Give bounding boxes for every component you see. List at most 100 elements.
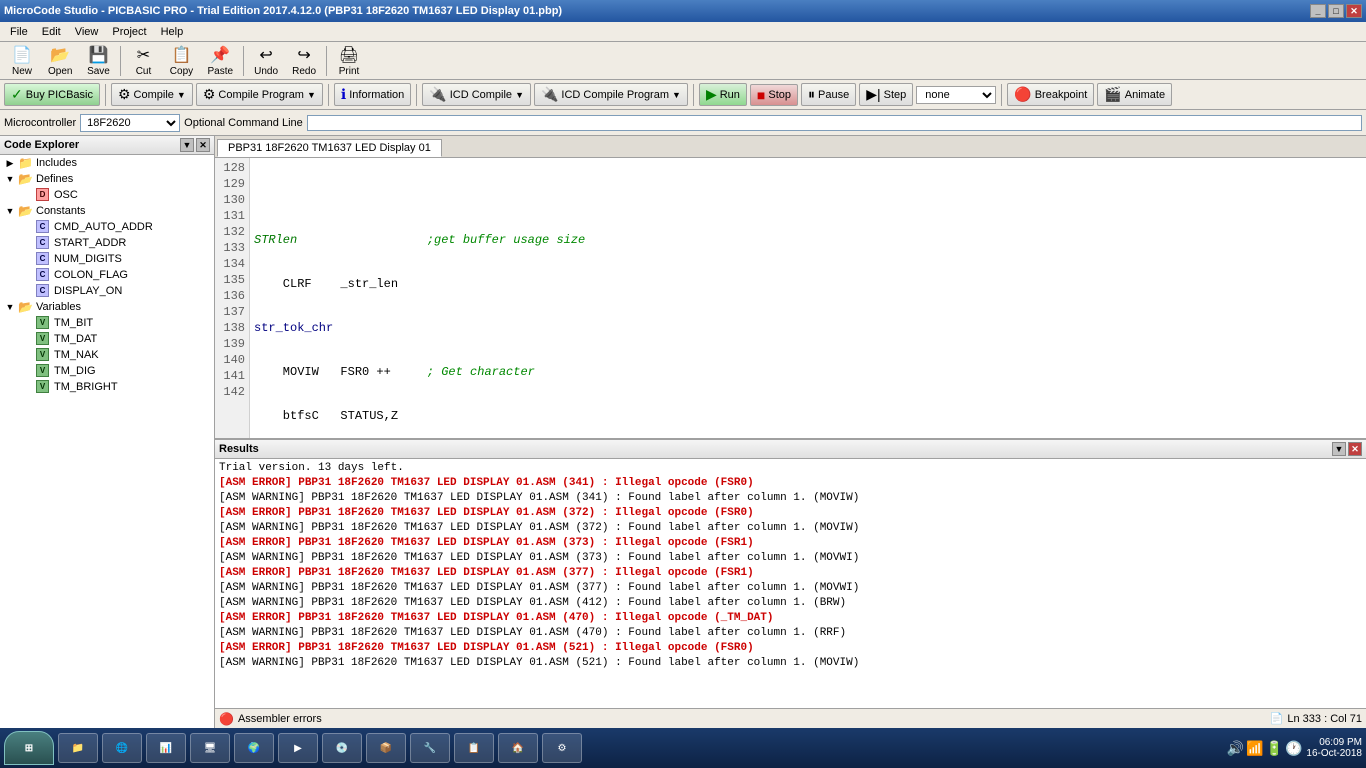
taskbar-chrome[interactable]: 🌐 — [102, 733, 142, 763]
code-explorer-dropdown[interactable]: ▼ — [180, 138, 194, 152]
results-panel: Results ▼ ✕ Trial version. 13 days left.… — [215, 438, 1366, 708]
chrome-icon: 🌐 — [116, 743, 128, 754]
minimize-button[interactable]: _ — [1310, 4, 1326, 18]
save-button[interactable]: 💾 Save — [80, 42, 116, 80]
menu-help[interactable]: Help — [155, 24, 190, 40]
tb2-sep5 — [1001, 84, 1002, 106]
tree-item-num-digits[interactable]: C NUM_DIGITS — [0, 251, 214, 267]
paste-button[interactable]: 📌 Paste — [201, 42, 239, 80]
tree-item-constants[interactable]: ▼ 📂 Constants — [0, 203, 214, 219]
tree-item-tm-nak[interactable]: V TM_NAK — [0, 347, 214, 363]
breakpoint-button[interactable]: 🔴 Breakpoint — [1007, 83, 1094, 106]
icd-compile-button[interactable]: 🔌 ICD Compile ▼ — [422, 83, 531, 106]
results-close[interactable]: ✕ — [1348, 442, 1362, 456]
results-dropdown[interactable]: ▼ — [1332, 442, 1346, 456]
pause-button[interactable]: ⏸ Pause — [801, 83, 856, 106]
tree-label-variables: Variables — [36, 301, 81, 313]
close-button[interactable]: ✕ — [1346, 4, 1362, 18]
redo-button[interactable]: ↪ Redo — [286, 42, 322, 80]
tree-item-includes[interactable]: ▶ 📁 Includes — [0, 155, 214, 171]
code-explorer-close[interactable]: ✕ — [196, 138, 210, 152]
icd-compile-program-button[interactable]: 🔌 ICD Compile Program ▼ — [534, 83, 688, 106]
taskbar-app11[interactable]: 🏠 — [498, 733, 538, 763]
taskbar-app3[interactable]: 📊 — [146, 733, 186, 763]
taskbar-file-manager[interactable]: 📁 — [58, 733, 98, 763]
tree-item-colon-flag[interactable]: C COLON_FLAG — [0, 267, 214, 283]
code-content[interactable]: STRlen ;get buffer usage size CLRF _str_… — [250, 158, 1366, 438]
title-text: MicroCode Studio - PICBASIC PRO - Trial … — [4, 5, 562, 17]
breakpoint-icon: 🔴 — [1014, 86, 1031, 103]
taskbar-app10[interactable]: 📋 — [454, 733, 494, 763]
optional-command-input[interactable] — [307, 115, 1362, 131]
result-error-4: [ASM ERROR] PBP31 18F2620 TM1637 LED DIS… — [219, 566, 1362, 581]
stop-button[interactable]: ■ Stop — [750, 84, 798, 106]
tray-network-icon[interactable]: 🔊 — [1227, 740, 1244, 757]
copy-button[interactable]: 📋 Copy — [163, 42, 199, 80]
taskbar-app9[interactable]: 🔧 — [410, 733, 450, 763]
new-button[interactable]: 📄 New — [4, 42, 40, 80]
taskbar-app8[interactable]: 📦 — [366, 733, 406, 763]
code-line-130: CLRF _str_len — [254, 276, 1362, 292]
tab-main[interactable]: PBP31 18F2620 TM1637 LED Display 01 — [217, 139, 442, 157]
taskbar-app5[interactable]: 🌍 — [234, 733, 274, 763]
undo-icon: ↩ — [259, 45, 272, 65]
information-icon: ℹ — [341, 86, 346, 103]
compile-button[interactable]: ⚙ Compile ▼ — [111, 83, 193, 106]
menu-edit[interactable]: Edit — [36, 24, 67, 40]
taskbar-app12[interactable]: ⚙ — [542, 733, 582, 763]
save-icon: 💾 — [89, 45, 109, 65]
tree-item-osc[interactable]: D OSC — [0, 187, 214, 203]
menu-file[interactable]: File — [4, 24, 34, 40]
menu-project[interactable]: Project — [106, 24, 152, 40]
results-content[interactable]: Trial version. 13 days left. [ASM ERROR]… — [215, 459, 1366, 708]
open-button[interactable]: 📂 Open — [42, 42, 78, 80]
app7-icon: 💿 — [336, 743, 348, 754]
code-line-132: MOVIW FSR0 ++ ; Get character — [254, 364, 1362, 380]
cursor-position: Ln 333 : Col 71 — [1287, 713, 1362, 725]
step-button[interactable]: ▶| Step — [859, 83, 913, 106]
result-error-3: [ASM ERROR] PBP31 18F2620 TM1637 LED DIS… — [219, 536, 1362, 551]
result-warn-6: [ASM WARNING] PBP31 18F2620 TM1637 LED D… — [219, 626, 1362, 641]
maximize-button[interactable]: □ — [1328, 4, 1344, 18]
none-dropdown[interactable]: none — [916, 86, 996, 104]
menu-view[interactable]: View — [69, 24, 105, 40]
badge-c-start: C — [36, 236, 52, 250]
tree-item-variables[interactable]: ▼ 📂 Variables — [0, 299, 214, 315]
open-icon: 📂 — [50, 45, 70, 65]
taskbar-app6[interactable]: ▶ — [278, 733, 318, 763]
animate-button[interactable]: 🎬 Animate — [1097, 83, 1172, 106]
run-button[interactable]: ▶ Run — [699, 83, 747, 106]
taskbar-app4[interactable]: 🖥 — [190, 733, 230, 763]
print-icon: 🖨 — [339, 45, 359, 65]
print-button[interactable]: 🖨 Print — [331, 42, 367, 80]
information-button[interactable]: ℹ Information — [334, 83, 411, 106]
tree-item-cmd-auto-addr[interactable]: C CMD_AUTO_ADDR — [0, 219, 214, 235]
tree-item-tm-bright[interactable]: V TM_BRIGHT — [0, 379, 214, 395]
tray-time-icon[interactable]: 🕐 — [1285, 740, 1302, 757]
start-button[interactable]: ⊞ — [4, 731, 54, 765]
tree-label-includes: Includes — [36, 157, 77, 169]
tree-label-numdigits: NUM_DIGITS — [54, 253, 122, 265]
tb2-sep1 — [105, 84, 106, 106]
badge-c-numdigits: C — [36, 252, 52, 266]
tree-item-tm-bit[interactable]: V TM_BIT — [0, 315, 214, 331]
folder-icon-variables: 📂 — [18, 300, 34, 314]
cut-button[interactable]: ✂ Cut — [125, 42, 161, 80]
microcontroller-select[interactable]: 18F2620 — [80, 114, 180, 132]
tray-volume-icon[interactable]: 📶 — [1246, 740, 1263, 757]
tree-item-tm-dig[interactable]: V TM_DIG — [0, 363, 214, 379]
tray-battery-icon[interactable]: 🔋 — [1266, 740, 1283, 757]
code-editor[interactable]: 128 129 130 131 132 133 134 135 136 137 … — [215, 158, 1366, 438]
buy-picbasic-button[interactable]: ✓ Buy PICBasic — [4, 83, 100, 106]
tree-item-tm-dat[interactable]: V TM_DAT — [0, 331, 214, 347]
app11-icon: 🏠 — [512, 743, 524, 754]
toolbar: 📄 New 📂 Open 💾 Save ✂ Cut 📋 Copy 📌 Paste… — [0, 42, 1366, 80]
taskbar-app7[interactable]: 💿 — [322, 733, 362, 763]
undo-button[interactable]: ↩ Undo — [248, 42, 284, 80]
compile-program-button[interactable]: ⚙ Compile Program ▼ — [196, 83, 323, 106]
tree-item-defines[interactable]: ▼ 📂 Defines — [0, 171, 214, 187]
result-error-2: [ASM ERROR] PBP31 18F2620 TM1637 LED DIS… — [219, 506, 1362, 521]
tree-item-start-addr[interactable]: C START_ADDR — [0, 235, 214, 251]
tree-item-display-on[interactable]: C DISPLAY_ON — [0, 283, 214, 299]
line-num-130: 130 — [215, 192, 249, 208]
